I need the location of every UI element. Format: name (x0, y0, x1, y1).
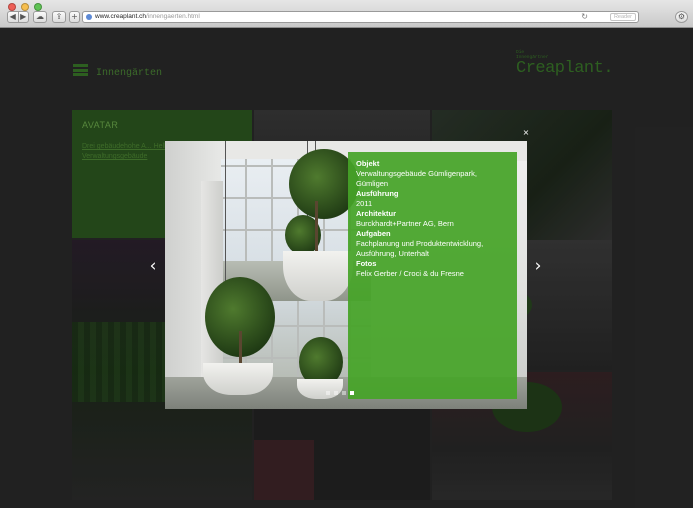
browser-toolbar: ◀ ▶ ☁ ⇪ + www.creaplant.ch/innengaerten.… (0, 0, 693, 28)
share-icon: ⇪ (55, 12, 63, 21)
plus-icon: + (71, 12, 78, 21)
info-heading-aufgaben: Aufgaben (356, 229, 391, 238)
forward-button[interactable]: ▶ (17, 12, 29, 22)
info-heading-ausfuehrung: Ausführung (356, 189, 399, 198)
slide-indicator-dot[interactable] (350, 391, 354, 395)
close-icon[interactable]: × (521, 128, 531, 138)
info-value-architektur: Burckhardt+Partner AG, Bern (356, 219, 454, 228)
slide-indicators (326, 391, 354, 395)
downloads-button[interactable]: ⚙ (675, 11, 688, 23)
close-window-button[interactable] (8, 3, 16, 11)
reload-icon[interactable]: ↻ (581, 12, 588, 22)
back-button[interactable]: ◀ (8, 12, 18, 22)
info-value-aufgaben: Fachplanung und Produktentwicklung, Ausf… (356, 239, 484, 258)
window-controls (8, 3, 42, 11)
globe-icon (86, 14, 92, 20)
url-path: /innengaerten.html (145, 13, 200, 20)
info-heading-fotos: Fotos (356, 259, 377, 268)
new-tab-button[interactable]: + (69, 11, 80, 23)
previous-slide-button[interactable]: ‹ (147, 256, 159, 276)
icloud-tabs-button[interactable]: ☁ (33, 11, 47, 23)
info-value-ausfuehrung: 2011 (356, 199, 373, 208)
info-value-objekt: Verwaltungsgebäude Gümligenpark, Gümlige… (356, 169, 477, 188)
reader-button[interactable]: Reader (609, 13, 636, 21)
url-host: www.creaplant.ch (95, 13, 146, 20)
next-slide-button[interactable]: › (532, 256, 544, 276)
gear-icon: ⚙ (677, 12, 686, 21)
slide-indicator-dot[interactable] (326, 391, 330, 395)
back-forward-buttons: ◀ ▶ (7, 11, 29, 23)
info-value-fotos: Felix Gerber / Croci & du Fresne (356, 269, 464, 278)
cloud-icon: ☁ (36, 12, 44, 21)
slide-indicator-dot[interactable] (334, 391, 338, 395)
address-bar[interactable]: www.creaplant.ch/innengaerten.html ↻ Rea… (82, 11, 639, 23)
project-info-panel: Objekt Verwaltungsgebäude Gümligenpark, … (348, 152, 517, 399)
info-heading-architektur: Architektur (356, 209, 397, 218)
minimize-window-button[interactable] (21, 3, 29, 11)
slide-indicator-dot[interactable] (342, 391, 346, 395)
info-heading-objekt: Objekt (356, 159, 380, 168)
zoom-window-button[interactable] (34, 3, 42, 11)
share-button[interactable]: ⇪ (52, 11, 66, 23)
lightbox: Objekt Verwaltungsgebäude Gümligenpark, … (165, 141, 527, 409)
